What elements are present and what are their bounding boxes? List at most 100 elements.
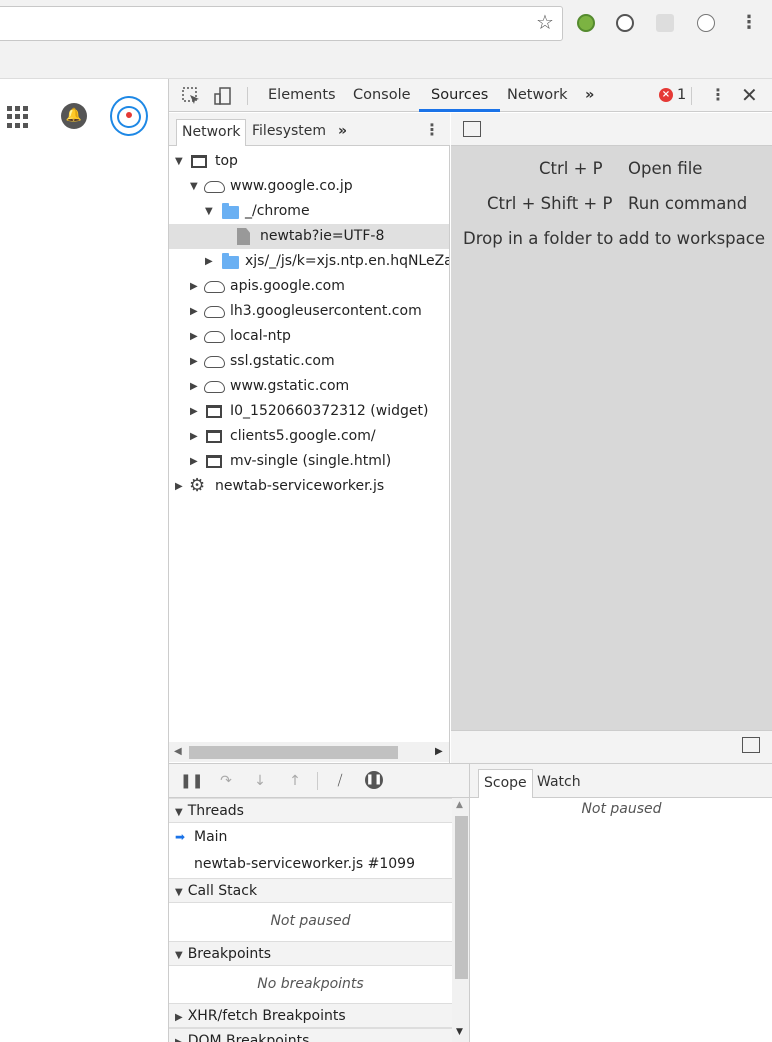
scrollbar-thumb[interactable] bbox=[455, 816, 468, 979]
expanded-arrow-icon[interactable]: ▼ bbox=[205, 199, 213, 224]
tree-item-label: apis.google.com bbox=[230, 278, 345, 294]
tree-item-domain[interactable]: ▶ lh3.googleusercontent.com bbox=[169, 299, 449, 324]
collapsed-arrow-icon[interactable]: ▶ bbox=[190, 449, 198, 474]
collapsed-arrow-icon[interactable]: ▶ bbox=[190, 374, 198, 399]
tree-item-service-worker[interactable]: ▶ ⚙ newtab-serviceworker.js bbox=[169, 474, 449, 499]
tree-item-frame[interactable]: ▶ I0_1520660372312 (widget) bbox=[169, 399, 449, 424]
tree-item-domain[interactable]: ▶ ssl.gstatic.com bbox=[169, 349, 449, 374]
collapsed-arrow-icon[interactable]: ▶ bbox=[190, 324, 198, 349]
tree-item-file[interactable]: newtab?ie=UTF-8 bbox=[169, 224, 449, 249]
navigator-tab-filesystem[interactable]: Filesystem bbox=[247, 119, 331, 146]
scrollbar-thumb[interactable] bbox=[189, 746, 398, 759]
apps-grid-icon[interactable] bbox=[7, 106, 29, 128]
tree-item-label: local-ntp bbox=[230, 328, 291, 344]
current-thread-arrow-icon: ➡ bbox=[175, 830, 186, 844]
toggle-navigator-icon[interactable] bbox=[463, 121, 481, 137]
navigator-menu-icon[interactable]: ⋮ bbox=[424, 119, 440, 141]
vertical-scrollbar[interactable]: ▲ ▼ bbox=[452, 798, 470, 1042]
collapsed-arrow-icon[interactable]: ▶ bbox=[190, 299, 198, 324]
cloud-icon bbox=[204, 281, 225, 293]
more-tabs-button[interactable]: » bbox=[585, 79, 594, 112]
green-extension-icon[interactable] bbox=[577, 14, 595, 32]
tree-item-label: xjs/_/js/k=xjs.ntp.en.hqNLeZanIIg bbox=[245, 253, 449, 269]
file-tree: ▼ top ▼ www.google.co.jp ▼ _/chrome newt… bbox=[169, 147, 449, 742]
navigator-more-button[interactable]: » bbox=[333, 119, 352, 146]
tab-watch[interactable]: Watch bbox=[532, 769, 586, 798]
pause-icon[interactable]: ❚❚ bbox=[180, 771, 203, 791]
scroll-up-icon[interactable]: ▲ bbox=[456, 800, 463, 810]
tab-elements[interactable]: Elements bbox=[268, 79, 336, 112]
cloud-icon bbox=[204, 381, 225, 393]
tree-item-frame[interactable]: ▶ mv-single (single.html) bbox=[169, 449, 449, 474]
navigator-tab-network[interactable]: Network bbox=[176, 119, 247, 146]
tree-item-domain[interactable]: ▼ www.google.co.jp bbox=[169, 174, 449, 199]
scroll-down-icon[interactable]: ▼ bbox=[456, 1027, 463, 1037]
scroll-right-icon[interactable]: ▶ bbox=[435, 744, 443, 760]
bookmark-star-icon[interactable]: ☆ bbox=[536, 12, 554, 32]
navigator-tabs: Network Filesystem » ⋮ bbox=[169, 113, 450, 146]
step-into-icon[interactable]: ↓ bbox=[250, 771, 270, 791]
expanded-arrow-icon[interactable]: ▼ bbox=[190, 174, 198, 199]
tab-network[interactable]: Network bbox=[507, 79, 568, 112]
horizontal-scrollbar[interactable]: ◀ ▶ bbox=[169, 742, 449, 762]
collapsed-arrow-icon[interactable]: ▶ bbox=[190, 399, 198, 424]
deactivate-breakpoints-icon[interactable]: ⧸ bbox=[330, 771, 350, 791]
step-out-icon[interactable]: ↑ bbox=[285, 771, 305, 791]
dark-reader-icon[interactable] bbox=[616, 14, 634, 32]
pause-on-exceptions-icon[interactable]: ❚❚ bbox=[365, 771, 383, 789]
browser-menu-icon[interactable]: ⋮ bbox=[740, 12, 758, 34]
error-icon[interactable]: × bbox=[659, 88, 673, 102]
threads-header[interactable]: ▼ Threads bbox=[169, 798, 452, 823]
tree-item-label: lh3.googleusercontent.com bbox=[230, 303, 422, 319]
cloud-icon bbox=[204, 356, 225, 368]
scroll-left-icon[interactable]: ◀ bbox=[174, 744, 182, 760]
xhr-breakpoints-header[interactable]: ▶ XHR/fetch Breakpoints bbox=[169, 1003, 452, 1028]
toolbar-divider bbox=[317, 772, 318, 790]
collapsed-arrow-icon[interactable]: ▶ bbox=[190, 424, 198, 449]
tree-item-frame[interactable]: ▶ clients5.google.com/ bbox=[169, 424, 449, 449]
dom-breakpoints-header[interactable]: ▶ DOM Breakpoints bbox=[169, 1028, 452, 1042]
notifications-bell-icon[interactable]: 🔔 bbox=[61, 103, 87, 129]
tree-item-domain[interactable]: ▶ www.gstatic.com bbox=[169, 374, 449, 399]
tree-item-domain[interactable]: ▶ apis.google.com bbox=[169, 274, 449, 299]
tree-item-top[interactable]: ▼ top bbox=[169, 149, 449, 174]
scope-empty: Not paused bbox=[581, 801, 662, 817]
tree-item-folder[interactable]: ▶ xjs/_/js/k=xjs.ntp.en.hqNLeZanIIg bbox=[169, 249, 449, 274]
step-over-icon[interactable]: ↷ bbox=[216, 771, 236, 791]
json-viewer-icon[interactable] bbox=[697, 14, 715, 32]
breakpoints-header[interactable]: ▼ Breakpoints bbox=[169, 941, 452, 966]
shortcut-keys: Ctrl + P bbox=[539, 159, 603, 178]
tab-scope[interactable]: Scope bbox=[478, 769, 533, 798]
collapsed-arrow-icon[interactable]: ▶ bbox=[175, 474, 183, 499]
toggle-debugger-icon[interactable] bbox=[742, 737, 760, 753]
devtools-menu-icon[interactable]: ⋮ bbox=[710, 84, 726, 106]
call-stack-header[interactable]: ▼ Call Stack bbox=[169, 878, 452, 903]
tab-console[interactable]: Console bbox=[353, 79, 411, 112]
thread-label: Main bbox=[194, 829, 228, 845]
avatar-nose bbox=[126, 112, 132, 118]
collapsed-arrow-icon[interactable]: ▶ bbox=[190, 274, 198, 299]
expanded-arrow-icon[interactable]: ▼ bbox=[175, 149, 183, 174]
thread-serviceworker[interactable]: newtab-serviceworker.js #1099 (act... bbox=[169, 851, 452, 899]
devtools-toolbar: Elements Console Sources Network » × 1 ⋮… bbox=[169, 79, 772, 112]
debugger-section: ❚❚ ↷ ↓ ↑ ⧸ ❚❚ ▼ Threads ➡ Main newtab-ser… bbox=[169, 763, 772, 1042]
collapsed-arrow-icon[interactable]: ▶ bbox=[190, 349, 198, 374]
address-bar[interactable] bbox=[0, 6, 563, 41]
close-devtools-icon[interactable]: ✕ bbox=[741, 82, 758, 108]
editor-placeholder: Ctrl + P Open file Ctrl + Shift + P Run … bbox=[451, 113, 772, 763]
pane-title: Call Stack bbox=[187, 883, 258, 899]
collapsed-arrow-icon[interactable]: ▶ bbox=[205, 249, 213, 274]
tree-item-folder[interactable]: ▼ _/chrome bbox=[169, 199, 449, 224]
expanded-arrow-icon: ▼ bbox=[175, 807, 183, 818]
scope-tabs: Scope Watch bbox=[470, 764, 772, 798]
device-toolbar-icon[interactable] bbox=[213, 86, 233, 106]
shortcut-action: Open file bbox=[628, 159, 703, 178]
inspect-element-icon[interactable] bbox=[181, 86, 201, 106]
scope-panel: Scope Watch Not paused bbox=[470, 764, 772, 1042]
error-count[interactable]: 1 bbox=[677, 79, 686, 112]
tab-sources[interactable]: Sources bbox=[418, 79, 501, 112]
tree-item-domain[interactable]: ▶ local-ntp bbox=[169, 324, 449, 349]
settings-extension-icon[interactable] bbox=[656, 14, 674, 32]
thread-main[interactable]: ➡ Main bbox=[169, 824, 452, 851]
avatar[interactable] bbox=[110, 96, 148, 136]
